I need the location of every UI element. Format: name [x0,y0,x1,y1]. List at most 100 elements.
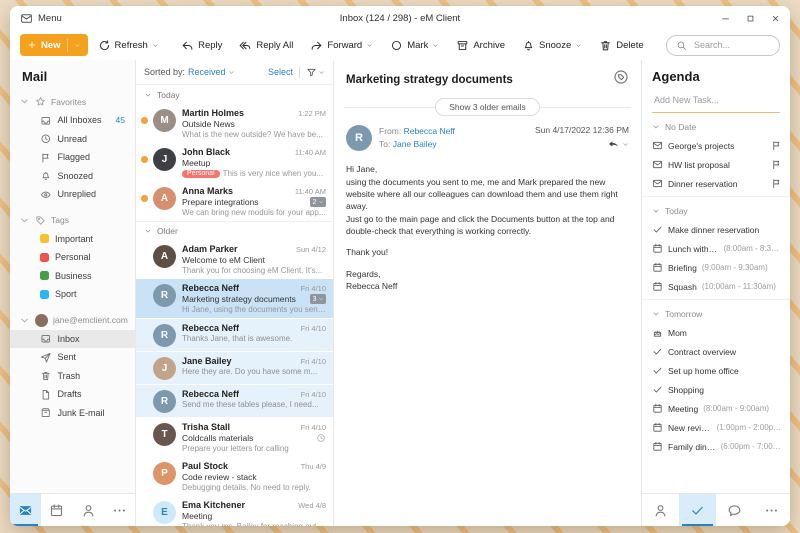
nav-more[interactable] [104,494,135,526]
agenda-item[interactable]: Squash(10:00am - 11:30am) [642,277,790,296]
email-preview: Debugging details. No need to reply. [182,483,311,492]
sidebar-section-header[interactable]: Favorites [10,92,135,111]
email-list-item[interactable]: RRebecca NeffFri 4/10Send me these table… [136,385,333,418]
email-list-item[interactable]: PPaul StockThu 4/9Code review - stackDeb… [136,457,333,496]
thread-count-badge[interactable]: 3 [310,294,326,304]
email-list-item[interactable]: MMartin Holmes1:22 PMOutside NewsWhat is… [136,104,333,143]
refresh-button[interactable]: Refresh [98,39,159,52]
sidebar-item-sent[interactable]: Sent [10,348,135,367]
menu-button[interactable]: Menu [20,12,62,25]
select-button[interactable]: Select [268,67,293,77]
agenda-group-header[interactable]: Tomorrow [642,305,790,323]
agenda-item-label: HW list proposal [668,160,730,170]
sidebar-item-all-inboxes[interactable]: All Inboxes45 [10,111,135,130]
list-group-header[interactable]: Today [136,85,333,104]
agenda-item[interactable]: Briefing(9:00am - 9:30am) [642,258,790,277]
nav-calendar[interactable] [41,494,72,526]
sidebar-item-important[interactable]: Important [10,230,135,249]
nav-contacts[interactable] [73,494,104,526]
agenda-group-header[interactable]: No Date [642,118,790,136]
mark-button[interactable]: Mark [390,39,439,52]
email-subject: Meeting [182,511,326,521]
search-input[interactable] [692,39,770,51]
agenda-item[interactable]: Dinner reservation [642,174,790,193]
body-line: Thank you! [346,246,629,258]
agenda-item[interactable]: Family dinner(6:00pm - 7:00pm) [642,437,790,456]
email-preview: This is very nice when you... [223,169,323,178]
calendar-icon [652,441,663,452]
email-list-item[interactable]: JJohn Black11:40 AMMeetupPersonalThis is… [136,143,333,182]
sidebar-item-unread[interactable]: Unread [10,130,135,149]
from-contact-link[interactable]: Rebecca Neff [404,126,455,136]
section-label: Favorites [51,97,86,107]
agenda-item-label: Meeting [668,404,698,414]
sidebar-item-inbox[interactable]: Inbox [10,330,135,349]
chevron-down-icon [366,42,373,49]
agenda-item-time: (8:00am - 9:00am) [703,404,769,413]
agenda-item[interactable]: New review(1:00pm - 2:00pm) [642,418,790,437]
email-subject: Code review - stack [182,472,326,482]
sidebar-section-header[interactable]: Tags [10,211,135,230]
sidebar-item-trash[interactable]: Trash [10,367,135,386]
email-list-item[interactable]: AAdam ParkerSun 4/12Welcome to eM Client… [136,240,333,279]
email-list-item[interactable]: EEma KitchenerWed 4/8MeetingThank you ms… [136,496,333,526]
sidebar-item-business[interactable]: Business [10,267,135,286]
show-older-emails-button[interactable]: Show 3 older emails [435,98,540,116]
sort-dropdown[interactable]: Received [188,67,235,77]
agenda-item[interactable]: HW list proposal [642,155,790,174]
sidebar-item-junk-e-mail[interactable]: Junk E-mail [10,404,135,423]
agenda-item[interactable]: Lunch with Joe(8:00am - 8:30am) [642,239,790,258]
reply-arrow-icon[interactable] [607,138,620,151]
list-group-header[interactable]: Older [136,221,333,240]
list-header: Sorted by: Received Select [136,60,333,85]
reply-button[interactable]: Reply [181,39,222,52]
nav-agenda-more[interactable] [753,494,790,526]
sidebar-item-flagged[interactable]: Flagged [10,148,135,167]
sidebar-item-drafts[interactable]: Drafts [10,385,135,404]
filter-button[interactable] [306,67,325,78]
toolbar: New Refresh Reply Reply All [10,30,790,60]
forward-button[interactable]: Forward [310,39,373,52]
snooze-button[interactable]: Snooze [522,39,582,52]
email-list-item[interactable]: AAnna Marks11:40 AMPrepare integrations2… [136,182,333,221]
close-button[interactable] [771,14,780,23]
item-label: Sport [55,289,77,299]
agenda-item[interactable]: Set up home office [642,361,790,380]
tag-translate-button[interactable] [613,69,629,90]
maximize-button[interactable] [746,14,755,23]
sender-name: Anna Marks [182,186,291,196]
nav-agenda-chat[interactable] [716,494,753,526]
agenda-item[interactable]: Contract overview [642,342,790,361]
email-list-pane: Sorted by: Received Select TodayM [136,60,334,526]
email-list-item[interactable]: TTrisha StallFri 4/10Coldcalls materials… [136,418,333,457]
agenda-group-header[interactable]: Today [642,202,790,220]
sidebar-item-snoozed[interactable]: Snoozed [10,167,135,186]
add-new-task-input[interactable] [652,94,780,106]
sidebar-section: jane@emclient.comInboxSentTrashDraftsJun… [10,311,135,423]
sidebar-item-personal[interactable]: Personal [10,248,135,267]
new-button[interactable]: New [20,34,88,56]
agenda-item[interactable]: Make dinner reservation [642,220,790,239]
archive-button[interactable]: Archive [456,39,505,52]
sidebar-section-header[interactable]: jane@emclient.com [10,311,135,330]
nav-agenda-tasks[interactable] [679,494,716,526]
thread-count-badge[interactable]: 2 [310,197,326,207]
sidebar-item-sport[interactable]: Sport [10,285,135,304]
search-box[interactable] [666,35,780,56]
agenda-item-label: Mom [668,328,687,338]
minimize-button[interactable] [721,14,730,23]
nav-mail[interactable] [10,494,41,526]
agenda-item[interactable]: Mom [642,323,790,342]
nav-agenda-contacts[interactable] [642,494,679,526]
agenda-item[interactable]: Shopping [642,380,790,399]
reply-all-button[interactable]: Reply All [239,39,293,52]
delete-button[interactable]: Delete [599,39,643,52]
agenda-item[interactable]: Meeting (8:00am - 9:00am) [642,399,790,418]
chevron-down-icon[interactable] [622,141,629,148]
sidebar-item-unreplied[interactable]: Unreplied [10,185,135,204]
to-contact-link[interactable]: Jane Bailey [393,139,437,149]
email-list-item[interactable]: RRebecca NeffFri 4/10Thanks Jane, that i… [136,319,333,352]
email-list-item[interactable]: RRebecca NeffFri 4/10Marketing strategy … [136,279,333,319]
email-list-item[interactable]: JJane BaileyFri 4/10Here they are. Do yo… [136,352,333,385]
agenda-item[interactable]: George's projects [642,136,790,155]
